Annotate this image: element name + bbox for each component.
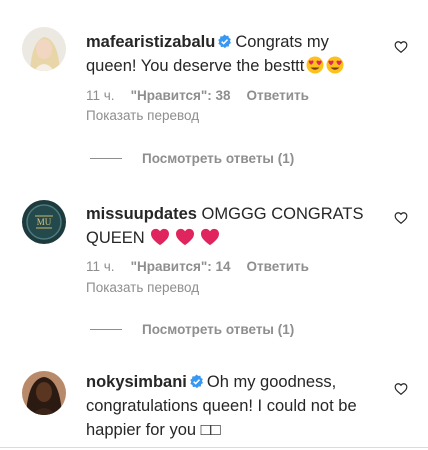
replies-divider-line — [90, 158, 122, 159]
unrendered-emoji-glyphs: □□ — [200, 421, 221, 439]
show-translation-link[interactable]: Показать перевод — [86, 108, 199, 123]
verified-badge-icon — [189, 374, 204, 389]
reply-button[interactable]: Ответить — [247, 259, 309, 274]
red-heart-emoji — [175, 228, 195, 246]
show-translation-link[interactable]: Показать перевод — [86, 280, 199, 295]
username[interactable]: missuupdates — [86, 205, 197, 223]
comment-text: nokysimbani Oh my goodness, congratulatio… — [86, 370, 378, 442]
like-heart-icon[interactable] — [394, 211, 408, 225]
svg-text:MU: MU — [37, 217, 52, 227]
red-heart-emoji — [150, 228, 170, 246]
comment-meta: 11 ч. "Нравится": 14 Ответить — [86, 259, 325, 274]
view-replies-label: Посмотреть ответы (1) — [142, 151, 295, 166]
comment-time: 11 ч. — [86, 88, 115, 103]
verified-badge-icon — [217, 34, 232, 49]
avatar[interactable] — [22, 27, 66, 71]
username[interactable]: mafearistizabalu — [86, 33, 215, 51]
view-replies-button[interactable]: Посмотреть ответы (1) — [90, 151, 294, 166]
like-heart-icon[interactable] — [394, 382, 408, 396]
replies-divider-line — [90, 329, 122, 330]
bottom-divider — [0, 447, 428, 448]
comment-text: mafearistizabalu Congrats my queen! You d… — [86, 30, 378, 78]
comment-meta: 11 ч. "Нравится": 38 Ответить — [86, 88, 325, 103]
view-replies-label: Посмотреть ответы (1) — [142, 322, 295, 337]
like-heart-icon[interactable] — [394, 40, 408, 54]
view-replies-button[interactable]: Посмотреть ответы (1) — [90, 322, 294, 337]
comment-time: 11 ч. — [86, 259, 115, 274]
heart-eyes-emoji — [306, 56, 324, 74]
username[interactable]: nokysimbani — [86, 373, 187, 391]
like-count[interactable]: "Нравится": 14 — [131, 259, 231, 274]
avatar[interactable]: MU — [22, 200, 66, 244]
heart-eyes-emoji — [326, 56, 344, 74]
comment-text: missuupdates OMGGG CONGRATS QUEEN — [86, 202, 378, 250]
reply-button[interactable]: Ответить — [247, 88, 309, 103]
avatar[interactable] — [22, 371, 66, 415]
red-heart-emoji — [200, 228, 220, 246]
like-count[interactable]: "Нравится": 38 — [131, 88, 231, 103]
